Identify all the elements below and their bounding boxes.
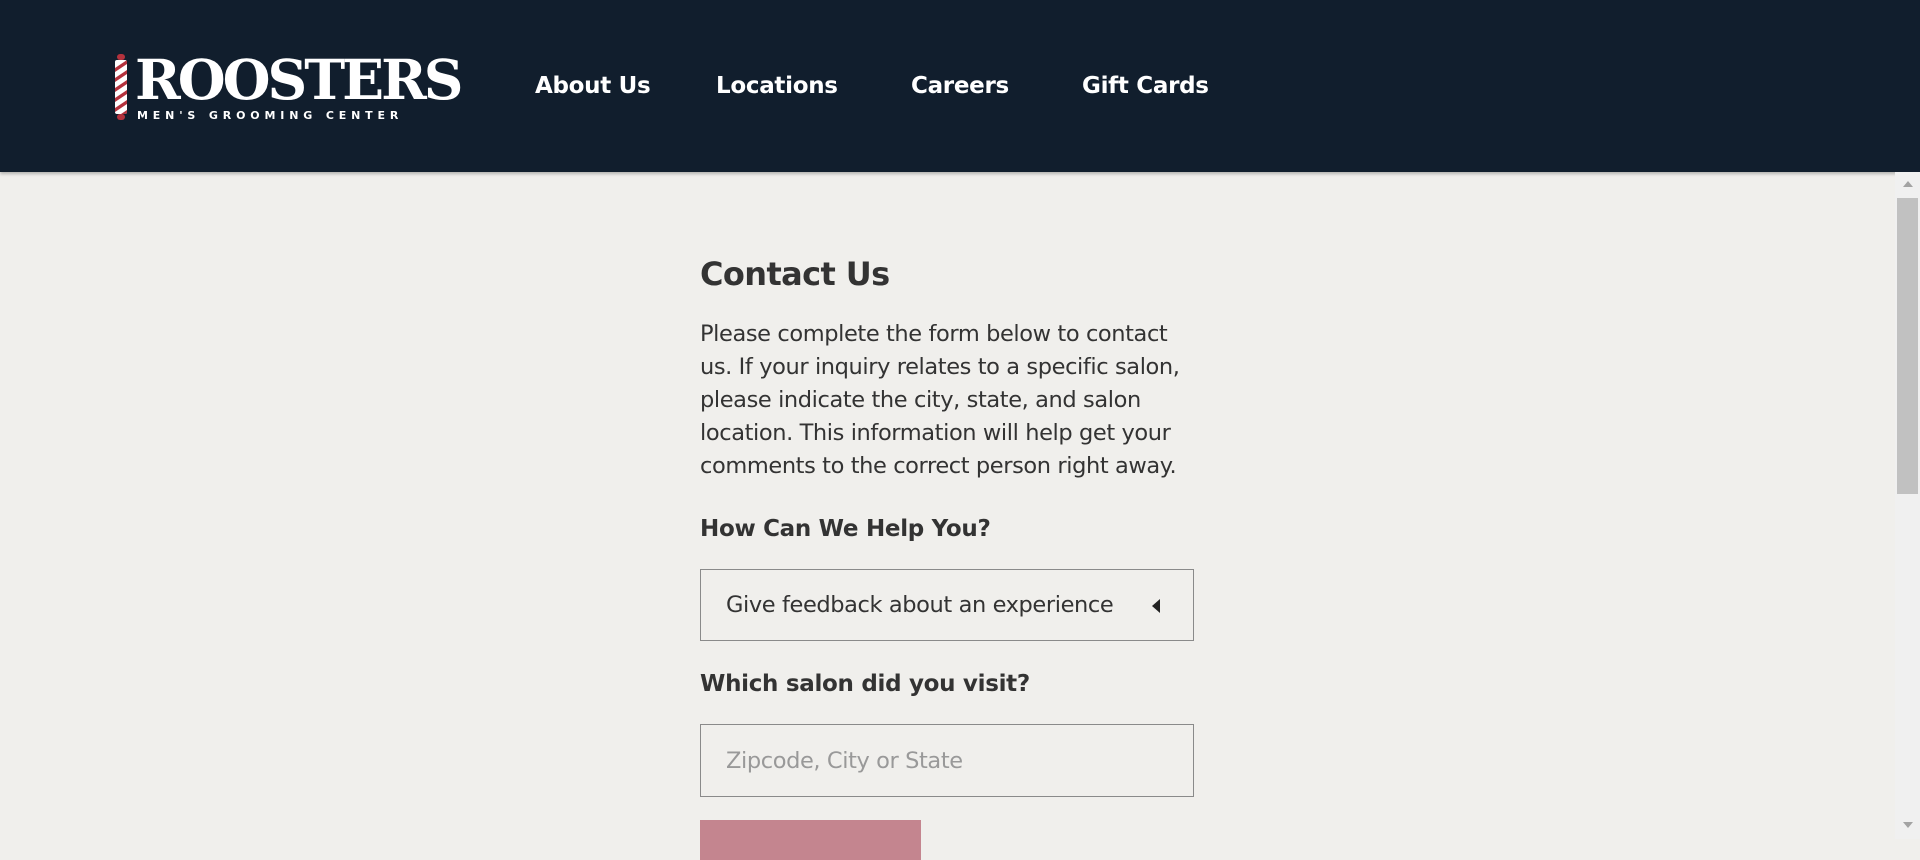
scroll-down-arrow-icon[interactable] xyxy=(1903,822,1913,828)
help-topic-select[interactable]: Give feedback about an experience xyxy=(700,569,1194,641)
roosters-logo[interactable]: ROOSTERS ® MEN'S GROOMING CENTER xyxy=(113,50,464,125)
scroll-thumb[interactable] xyxy=(1897,198,1918,494)
caret-left-icon xyxy=(1152,599,1160,613)
logo-tagline: MEN'S GROOMING CENTER xyxy=(137,109,404,122)
submit-button[interactable] xyxy=(700,820,921,860)
help-label: How Can We Help You? xyxy=(700,516,991,542)
salon-label: Which salon did you visit? xyxy=(700,671,1030,697)
site-header: ROOSTERS ® MEN'S GROOMING CENTER About U… xyxy=(0,0,1920,172)
nav-careers[interactable]: Careers xyxy=(911,72,1009,100)
contact-form-section: Contact Us Please complete the form belo… xyxy=(700,250,1196,860)
intro-text: Please complete the form below to contac… xyxy=(700,321,1180,479)
nav-about-us[interactable]: About Us xyxy=(535,72,651,100)
help-topic-selected: Give feedback about an experience xyxy=(726,592,1114,618)
logo-wordmark: ROOSTERS xyxy=(135,47,464,112)
page-title: Contact Us xyxy=(700,255,890,293)
nav-locations[interactable]: Locations xyxy=(716,72,838,100)
salon-search-input[interactable] xyxy=(700,724,1194,797)
nav-gift-cards[interactable]: Gift Cards xyxy=(1082,72,1209,100)
page-scrollbar[interactable] xyxy=(1895,172,1920,839)
barber-pole-icon xyxy=(115,54,127,120)
registered-mark: ® xyxy=(418,94,424,101)
scroll-up-arrow-icon[interactable] xyxy=(1903,181,1913,187)
